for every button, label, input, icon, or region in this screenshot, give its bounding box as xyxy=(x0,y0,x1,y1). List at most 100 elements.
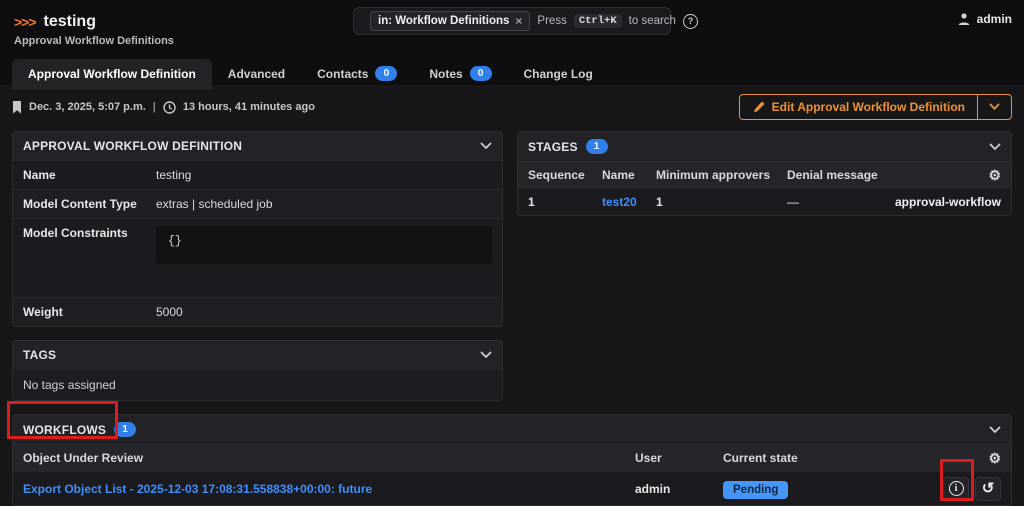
edit-split-button: Edit Approval Workflow Definition xyxy=(739,94,1012,120)
tags-card-title: TAGS xyxy=(23,348,56,362)
tab-notes[interactable]: Notes 0 xyxy=(413,58,507,90)
stage-table-row: 1 test20 1 — approval-workflow xyxy=(518,188,1011,215)
workflows-card: WORKFLOWS 1 Object Under Review User Cur… xyxy=(12,414,1012,506)
definition-card: APPROVAL WORKFLOW DEFINITION Name testin… xyxy=(12,131,503,327)
tab-label: Advanced xyxy=(228,67,285,81)
keyboard-shortcut: Ctrl+K xyxy=(574,14,622,28)
stage-link[interactable]: test20 xyxy=(602,195,637,209)
definition-card-title: APPROVAL WORKFLOW DEFINITION xyxy=(23,139,242,153)
column-header-user: User xyxy=(635,451,723,465)
workflows-card-header: WORKFLOWS 1 xyxy=(13,415,1011,444)
edit-dropdown-toggle[interactable] xyxy=(977,95,1011,119)
tags-collapse-button[interactable] xyxy=(480,351,492,359)
column-header-name: Name xyxy=(602,168,656,182)
attr-value: 5000 xyxy=(156,305,183,319)
column-header-current-state: Current state xyxy=(723,451,988,465)
search-scope-chip[interactable]: in: Workflow Definitions × xyxy=(370,11,530,31)
tab-change-log[interactable]: Change Log xyxy=(508,59,609,90)
no-tags-message: No tags assigned xyxy=(13,369,502,400)
column-header-object-under-review: Object Under Review xyxy=(23,451,635,465)
chevron-down-icon xyxy=(480,142,492,150)
right-column: STAGES 1 Sequence Name Minimum approvers xyxy=(517,131,1012,216)
user-menu[interactable]: admin xyxy=(957,12,1012,26)
help-icon[interactable]: ? xyxy=(683,14,698,29)
column-header-min-approvers: Minimum approvers xyxy=(656,168,787,182)
username-label: admin xyxy=(977,12,1012,26)
tags-card: TAGS No tags assigned xyxy=(12,340,503,401)
search-scope-label: in: Workflow Definitions xyxy=(378,15,509,27)
column-header-sequence: Sequence xyxy=(528,168,602,182)
breadcrumb-chevrons-icon: >>> xyxy=(14,14,36,30)
workflow-history-button[interactable]: ↺ xyxy=(975,477,1001,501)
page-content: Dec. 3, 2025, 5:07 p.m. | 13 hours, 41 m… xyxy=(0,85,1024,506)
object-timestamps: Dec. 3, 2025, 5:07 p.m. | 13 hours, 41 m… xyxy=(12,101,315,114)
definition-card-header: APPROVAL WORKFLOW DEFINITION xyxy=(13,132,502,160)
created-date: Dec. 3, 2025, 5:07 p.m. xyxy=(29,101,146,113)
notes-count-badge: 0 xyxy=(470,66,492,81)
tab-label: Notes xyxy=(429,67,462,81)
attr-label: Model Content Type xyxy=(23,197,156,211)
chevron-down-icon xyxy=(989,143,1001,151)
bookmark-icon xyxy=(12,101,22,114)
attr-row-name: Name testing xyxy=(13,160,502,189)
history-icon: ↺ xyxy=(982,481,995,496)
two-column-layout: APPROVAL WORKFLOW DEFINITION Name testin… xyxy=(12,131,1012,401)
left-column: APPROVAL WORKFLOW DEFINITION Name testin… xyxy=(12,131,503,401)
table-config-gear-icon[interactable]: ⚙ xyxy=(988,451,1001,465)
table-config-gear-icon[interactable]: ⚙ xyxy=(988,168,1001,182)
stages-collapse-button[interactable] xyxy=(989,143,1001,151)
attr-row-model-constraints: Model Constraints {} xyxy=(13,218,502,297)
tab-label: Change Log xyxy=(524,67,593,81)
tags-card-header: TAGS xyxy=(13,341,502,369)
stage-min-approvers: 1 xyxy=(656,195,787,209)
tab-contacts[interactable]: Contacts 0 xyxy=(301,58,413,90)
meta-separator: | xyxy=(153,101,156,113)
status-badge-pending: Pending xyxy=(723,481,788,499)
tab-label: Contacts xyxy=(317,67,368,81)
stages-card: STAGES 1 Sequence Name Minimum approvers xyxy=(517,131,1012,216)
workflow-object-link-cell: Export Object List - 2025-12-03 17:08:31… xyxy=(23,482,635,496)
workflow-state-cell: Pending xyxy=(723,482,937,496)
stage-name-link[interactable]: test20 xyxy=(602,195,656,209)
workflow-row-actions: i ↺ xyxy=(937,477,1001,501)
workflows-count-badge: 1 xyxy=(114,422,136,437)
info-icon: i xyxy=(949,481,964,496)
user-icon xyxy=(957,12,971,26)
attr-row-model-content-type: Model Content Type extras | scheduled jo… xyxy=(13,189,502,218)
stages-count-badge: 1 xyxy=(586,139,608,154)
workflows-card-title: WORKFLOWS xyxy=(23,423,106,437)
workflow-table-row: Export Object List - 2025-12-03 17:08:31… xyxy=(13,471,1011,505)
workflow-object-link[interactable]: Export Object List - 2025-12-03 17:08:31… xyxy=(23,482,372,496)
tab-approval-workflow-definition[interactable]: Approval Workflow Definition xyxy=(12,59,212,90)
chevron-down-icon xyxy=(989,103,1000,111)
pencil-icon xyxy=(752,101,765,114)
attr-row-weight: Weight 5000 xyxy=(13,297,502,326)
definition-collapse-button[interactable] xyxy=(480,142,492,150)
chevron-down-icon xyxy=(989,426,1001,434)
meta-row: Dec. 3, 2025, 5:07 p.m. | 13 hours, 41 m… xyxy=(12,85,1012,131)
tab-bar: Approval Workflow Definition Advanced Co… xyxy=(12,58,1024,90)
stage-sequence: 1 xyxy=(528,195,602,209)
workflows-table-header: Object Under Review User Current state ⚙ xyxy=(13,444,1011,471)
attr-label: Model Constraints xyxy=(23,226,156,240)
workflow-info-button[interactable]: i xyxy=(943,477,969,501)
stages-table-header: Sequence Name Minimum approvers Denial m… xyxy=(518,161,1011,188)
chevron-down-icon xyxy=(480,351,492,359)
contacts-count-badge: 0 xyxy=(375,66,397,81)
attr-value: testing xyxy=(156,168,191,182)
column-header-denial-message: Denial message xyxy=(787,168,988,182)
global-search-input[interactable]: in: Workflow Definitions × Press Ctrl+K … xyxy=(353,7,671,35)
chip-close-icon[interactable]: × xyxy=(515,14,522,28)
workflows-collapse-button[interactable] xyxy=(989,426,1001,434)
tab-advanced[interactable]: Advanced xyxy=(212,59,301,90)
tab-label: Approval Workflow Definition xyxy=(28,67,196,81)
attr-label: Name xyxy=(23,168,156,182)
topbar: >>> testing in: Workflow Definitions × P… xyxy=(0,0,1024,85)
workflow-user: admin xyxy=(635,482,723,496)
attr-value: extras | scheduled job xyxy=(156,197,273,211)
edit-approval-workflow-definition-button[interactable]: Edit Approval Workflow Definition xyxy=(740,95,977,119)
attr-label: Weight xyxy=(23,305,156,319)
app-root: >>> testing in: Workflow Definitions × P… xyxy=(0,0,1024,506)
page-title: testing xyxy=(44,13,96,31)
last-updated-ago: 13 hours, 41 minutes ago xyxy=(183,101,315,113)
